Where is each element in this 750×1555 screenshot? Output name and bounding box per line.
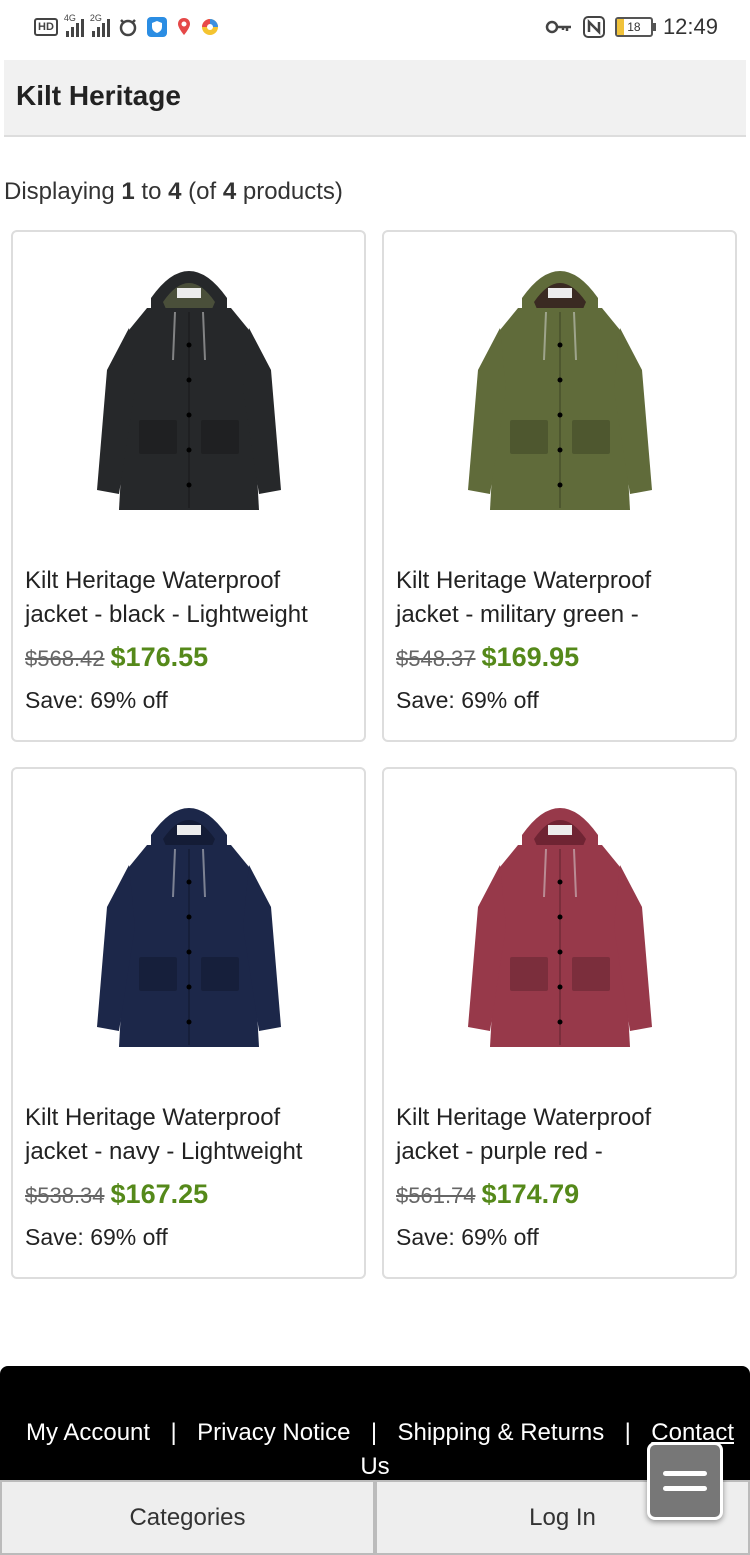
product-image[interactable] xyxy=(15,777,363,1087)
menu-icon[interactable] xyxy=(647,1442,723,1520)
signal-icon-2: 2G xyxy=(90,13,110,37)
product-name[interactable]: Kilt Heritage Waterproof jacket - purple … xyxy=(396,1101,716,1169)
signal-icon: 4G xyxy=(64,13,84,37)
jacket-image xyxy=(468,808,652,1047)
footer-link-shipping-returns[interactable]: Shipping & Returns xyxy=(397,1412,604,1454)
discount-label: Save: 69% off xyxy=(25,1224,168,1250)
status-icons-right: 18 12:49 xyxy=(545,14,718,40)
product-prices: $538.34 $167.25 xyxy=(25,1179,208,1210)
discount-label: Save: 69% off xyxy=(25,687,168,713)
hd-icon: HD xyxy=(34,18,58,36)
product-card-3[interactable]: Kilt Heritage Waterproof jacket - navy - … xyxy=(11,767,366,1279)
sale-price: $167.25 xyxy=(110,1179,209,1209)
page-title: Kilt Heritage xyxy=(16,80,181,111)
shield-icon xyxy=(146,17,167,37)
result-count: Displaying 1 to 4 (of 4 products) xyxy=(4,178,343,205)
original-price: $548.37 xyxy=(396,646,476,671)
product-card-4[interactable]: Kilt Heritage Waterproof jacket - purple … xyxy=(382,767,737,1279)
original-price: $538.34 xyxy=(25,1183,105,1208)
discount-label: Save: 69% off xyxy=(396,1224,539,1250)
product-prices: $548.37 $169.95 xyxy=(396,642,579,673)
nfc-icon xyxy=(582,16,605,38)
product-card-1[interactable]: Kilt Heritage Waterproof jacket - black -… xyxy=(11,230,366,742)
bottom-nav: Categories Log In xyxy=(0,1480,750,1555)
product-prices: $561.74 $174.79 xyxy=(396,1179,579,1210)
footer-links: My Account | Privacy Notice | Shipping &… xyxy=(0,1412,750,1488)
clock: 12:49 xyxy=(662,14,718,39)
status-icons-left: HD 4G 2G xyxy=(34,13,220,38)
battery-icon: 18 xyxy=(614,17,656,37)
product-name[interactable]: Kilt Heritage Waterproof jacket - black -… xyxy=(25,564,345,632)
product-image[interactable] xyxy=(386,777,734,1087)
product-name[interactable]: Kilt Heritage Waterproof jacket - militar… xyxy=(396,564,716,632)
original-price: $568.42 xyxy=(25,646,105,671)
status-bar: HD 4G 2G 18 12:49 xyxy=(0,0,750,58)
jacket-image xyxy=(97,808,281,1047)
footer-link-my-account[interactable]: My Account xyxy=(26,1412,150,1454)
browser-icon xyxy=(201,19,218,35)
sale-price: $169.95 xyxy=(481,642,580,672)
categories-button[interactable]: Categories xyxy=(0,1480,375,1555)
location-icon xyxy=(177,18,190,35)
product-name[interactable]: Kilt Heritage Waterproof jacket - navy - … xyxy=(25,1101,345,1169)
product-prices: $568.42 $176.55 xyxy=(25,642,208,673)
page-header: Kilt Heritage xyxy=(4,60,746,137)
product-image[interactable] xyxy=(386,240,734,550)
footer-link-contact-us-tail[interactable]: Us xyxy=(360,1453,389,1480)
discount-label: Save: 69% off xyxy=(396,687,539,713)
product-card-2[interactable]: Kilt Heritage Waterproof jacket - militar… xyxy=(382,230,737,742)
alarm-icon xyxy=(119,19,137,37)
sale-price: $176.55 xyxy=(110,642,209,672)
jacket-image xyxy=(468,271,652,510)
footer-separator: | xyxy=(170,1419,177,1446)
key-icon xyxy=(545,20,571,34)
original-price: $561.74 xyxy=(396,1183,476,1208)
footer-link-privacy-notice[interactable]: Privacy Notice xyxy=(197,1412,350,1454)
sale-price: $174.79 xyxy=(481,1179,580,1209)
product-image[interactable] xyxy=(15,240,363,550)
footer-separator: | xyxy=(624,1419,631,1446)
jacket-image xyxy=(97,271,281,510)
